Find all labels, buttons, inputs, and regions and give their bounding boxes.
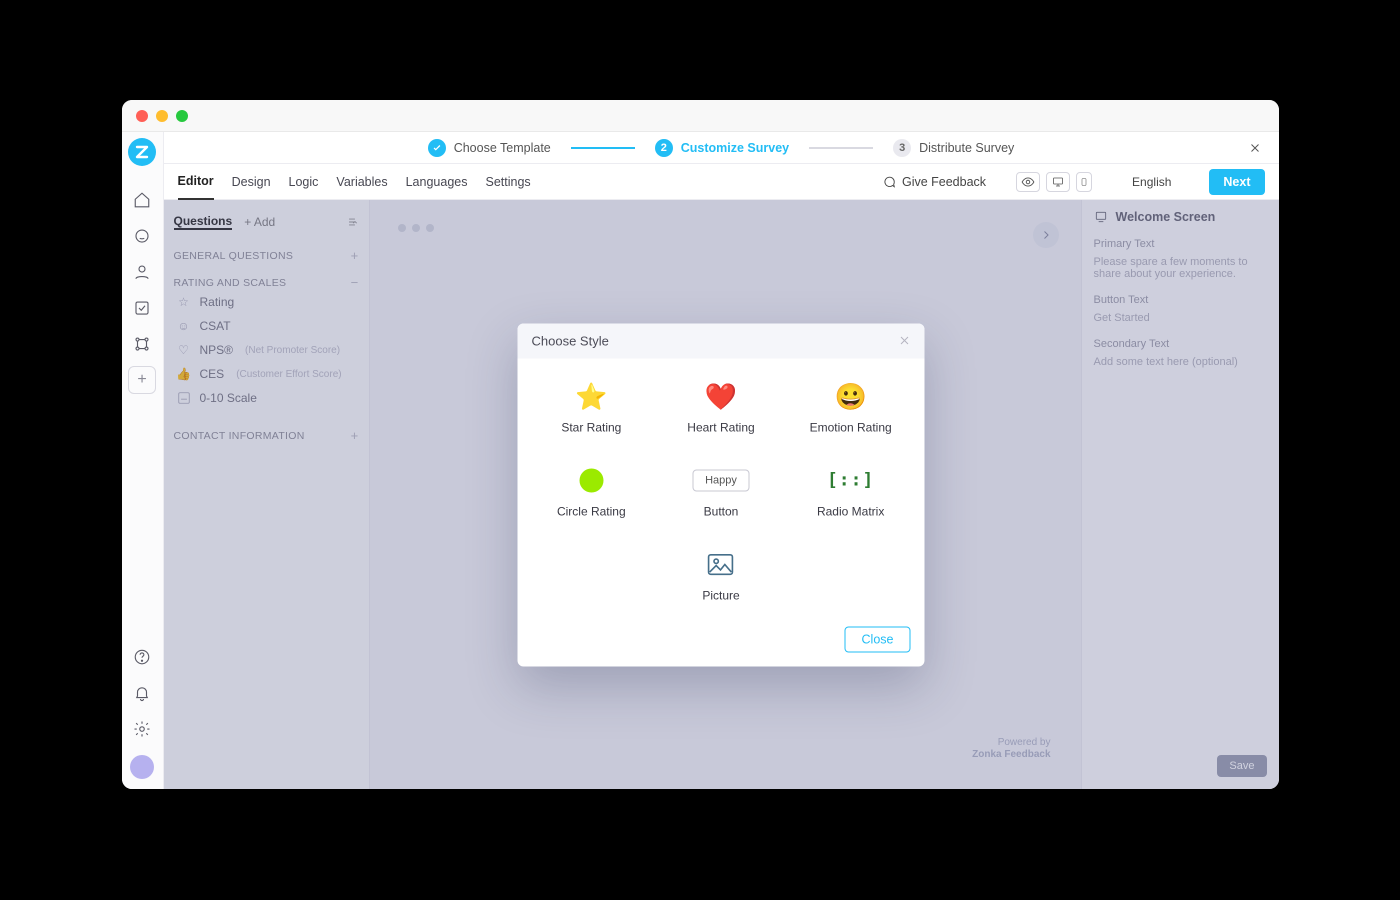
modal-close-button[interactable]: Close xyxy=(845,626,911,652)
choose-style-modal: Choose Style ⭐ Star Rating ❤️ xyxy=(518,323,925,666)
close-icon xyxy=(899,335,911,347)
modal-header: Choose Style xyxy=(518,323,925,358)
nav-user-avatar[interactable] xyxy=(130,755,154,779)
nav-help-icon[interactable] xyxy=(128,643,156,671)
style-option-button[interactable]: Happy Button xyxy=(661,460,781,522)
eye-icon xyxy=(1021,175,1035,189)
step-customize-survey[interactable]: 2 Customize Survey xyxy=(655,139,789,157)
editor-body: Questions + Add GENERAL QUESTIONS + RATI… xyxy=(164,200,1279,789)
left-nav-rail: + xyxy=(122,132,164,789)
style-option-emotion-rating[interactable]: 😀 Emotion Rating xyxy=(791,376,911,438)
tab-settings[interactable]: Settings xyxy=(485,165,530,199)
tab-languages[interactable]: Languages xyxy=(406,165,468,199)
step-connector xyxy=(809,147,873,149)
app-shell: + Choose Template xyxy=(122,132,1279,789)
heart-icon: ❤️ xyxy=(705,383,737,409)
style-option-star-rating[interactable]: ⭐ Star Rating xyxy=(532,376,652,438)
star-icon: ⭐ xyxy=(575,383,607,409)
wizard-stepper: Choose Template 2 Customize Survey 3 Dis… xyxy=(164,132,1279,164)
main-area: Choose Template 2 Customize Survey 3 Dis… xyxy=(164,132,1279,789)
step-choose-template[interactable]: Choose Template xyxy=(428,139,551,157)
button-chip: Happy xyxy=(692,469,750,491)
give-feedback-link[interactable]: Give Feedback xyxy=(882,175,986,189)
give-feedback-label: Give Feedback xyxy=(902,175,986,189)
step-connector xyxy=(571,147,635,149)
chat-icon xyxy=(882,175,896,189)
editor-tabs: Editor Design Logic Variables Languages … xyxy=(164,164,1279,200)
nav-add-button[interactable]: + xyxy=(128,366,156,394)
step-number: 3 xyxy=(893,139,911,157)
preview-desktop-button[interactable] xyxy=(1046,172,1070,192)
preview-eye-button[interactable] xyxy=(1016,172,1040,192)
app-logo[interactable] xyxy=(128,138,156,166)
style-option-circle-rating[interactable]: Circle Rating xyxy=(532,460,652,522)
tab-editor[interactable]: Editor xyxy=(178,164,214,200)
preview-mobile-button[interactable] xyxy=(1076,172,1092,192)
step-label: Choose Template xyxy=(454,141,551,155)
mobile-icon xyxy=(1080,176,1088,188)
check-icon xyxy=(428,139,446,157)
step-label: Distribute Survey xyxy=(919,141,1014,155)
style-option-picture[interactable]: Picture xyxy=(661,544,781,606)
app-window: + Choose Template xyxy=(122,100,1279,789)
style-options-grid: ⭐ Star Rating ❤️ Heart Rating 😀 Emotion … xyxy=(532,376,911,606)
tab-variables[interactable]: Variables xyxy=(336,165,387,199)
next-button[interactable]: Next xyxy=(1209,169,1264,195)
style-option-heart-rating[interactable]: ❤️ Heart Rating xyxy=(661,376,781,438)
monitor-icon xyxy=(1052,176,1064,188)
window-zoom-dot[interactable] xyxy=(176,110,188,122)
picture-icon xyxy=(708,553,734,575)
tab-design[interactable]: Design xyxy=(232,165,271,199)
nav-tasks-icon[interactable] xyxy=(128,294,156,322)
step-label: Customize Survey xyxy=(681,141,789,155)
matrix-icon: [::] xyxy=(827,470,874,491)
nav-home-icon[interactable] xyxy=(128,186,156,214)
logo-icon xyxy=(134,144,150,160)
modal-close-x[interactable] xyxy=(899,335,911,347)
nav-settings-icon[interactable] xyxy=(128,715,156,743)
step-distribute-survey[interactable]: 3 Distribute Survey xyxy=(893,139,1014,157)
language-select[interactable]: English xyxy=(1122,171,1181,193)
tab-logic[interactable]: Logic xyxy=(289,165,319,199)
mac-titlebar xyxy=(122,100,1279,132)
stepper-close-button[interactable] xyxy=(1245,138,1265,158)
nav-responses-icon[interactable] xyxy=(128,222,156,250)
nav-workflows-icon[interactable] xyxy=(128,330,156,358)
nav-contacts-icon[interactable] xyxy=(128,258,156,286)
emotion-icon: 😀 xyxy=(834,383,866,409)
step-number: 2 xyxy=(655,139,673,157)
window-close-dot[interactable] xyxy=(136,110,148,122)
style-option-radio-matrix[interactable]: [::] Radio Matrix xyxy=(791,460,911,522)
nav-notifications-icon[interactable] xyxy=(128,679,156,707)
circle-icon xyxy=(579,468,603,492)
modal-title: Choose Style xyxy=(532,333,609,348)
device-preview-toggle xyxy=(1016,172,1092,192)
window-minimize-dot[interactable] xyxy=(156,110,168,122)
